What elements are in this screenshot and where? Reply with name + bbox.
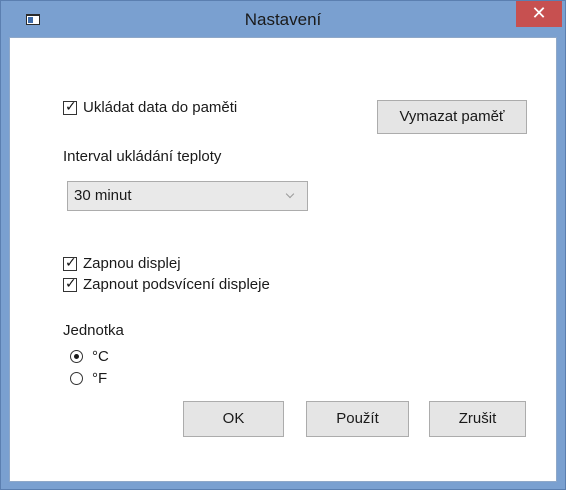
store-data-label: Ukládat data do paměti — [83, 99, 238, 116]
interval-selected-value: 30 minut — [74, 187, 132, 204]
display-enable-checkbox[interactable]: ✓ — [63, 255, 77, 271]
celsius-radio[interactable] — [70, 350, 83, 363]
interval-select[interactable]: 30 minut — [67, 181, 308, 211]
cancel-button[interactable]: Zrušit — [429, 401, 526, 437]
checkmark-icon: ✓ — [65, 275, 77, 292]
close-button[interactable]: ✕ — [516, 1, 562, 27]
apply-button[interactable]: Použít — [306, 401, 409, 437]
interval-label: Interval ukládání teploty — [63, 148, 222, 165]
fahrenheit-radio[interactable] — [70, 372, 83, 385]
title-bar[interactable]: Nastavení ✕ — [1, 1, 565, 37]
display-enable-checkbox-row[interactable]: ✓ Zapnou displej — [63, 255, 181, 272]
display-enable-label: Zapnou displej — [83, 255, 181, 272]
unit-option-fahrenheit[interactable]: °F — [70, 370, 107, 387]
chevron-down-icon — [285, 189, 295, 199]
celsius-label: °C — [92, 348, 109, 365]
radio-selected-dot — [74, 354, 79, 359]
unit-option-celsius[interactable]: °C — [70, 348, 109, 365]
close-icon: ✕ — [531, 3, 547, 24]
checkmark-icon: ✓ — [65, 98, 77, 115]
checkmark-icon: ✓ — [65, 254, 77, 271]
fahrenheit-label: °F — [92, 370, 108, 387]
settings-window: Nastavení ✕ ✓ Ukládat data do paměti Vym… — [0, 0, 566, 490]
dialog-body: ✓ Ukládat data do paměti Vymazat paměť I… — [9, 37, 557, 482]
backlight-checkbox[interactable]: ✓ — [63, 276, 77, 292]
clear-memory-button[interactable]: Vymazat paměť — [377, 100, 527, 134]
backlight-label: Zapnout podsvícení displeje — [83, 276, 270, 293]
unit-label: Jednotka — [63, 322, 124, 339]
store-data-checkbox-row[interactable]: ✓ Ukládat data do paměti — [63, 99, 237, 116]
store-data-checkbox[interactable]: ✓ — [63, 99, 77, 115]
ok-button[interactable]: OK — [183, 401, 284, 437]
backlight-checkbox-row[interactable]: ✓ Zapnout podsvícení displeje — [63, 276, 270, 293]
window-title: Nastavení — [244, 10, 322, 29]
